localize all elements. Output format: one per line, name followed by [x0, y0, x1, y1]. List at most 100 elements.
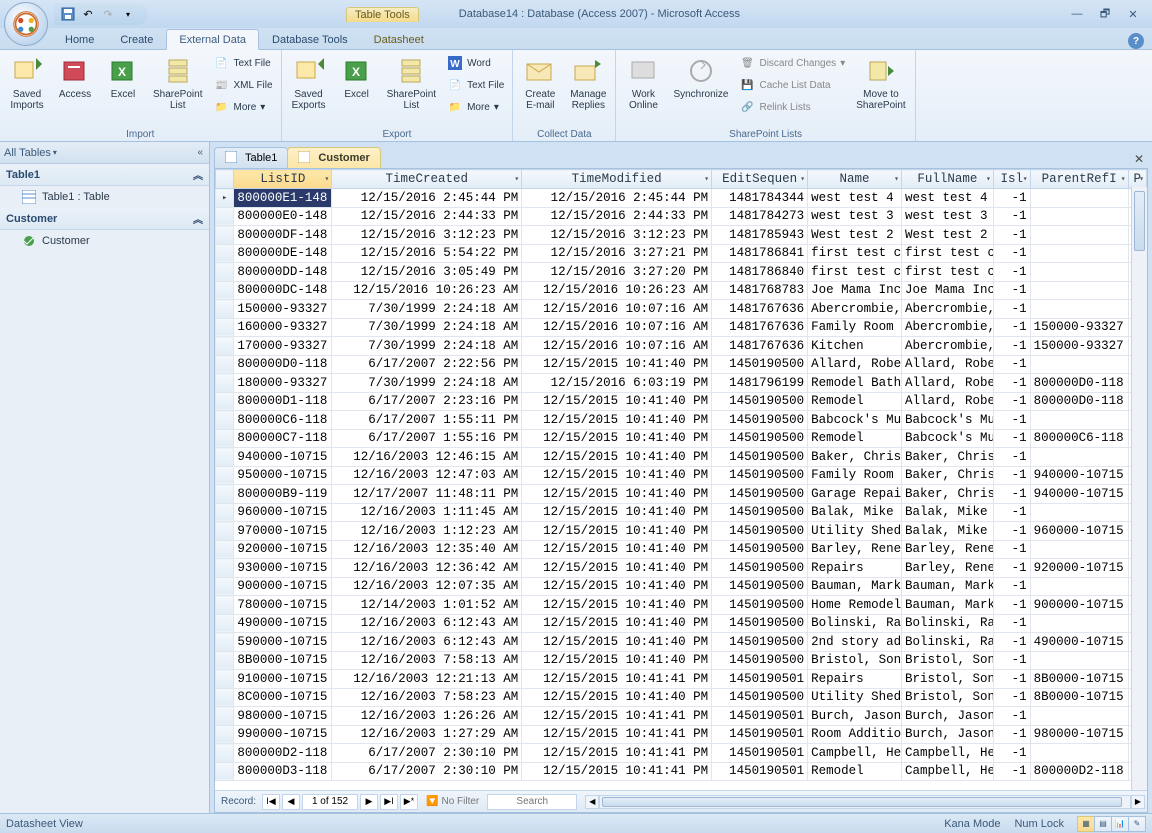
table-row[interactable]: 8B0000-1071512/16/2003 7:58:13 AM12/15/2… — [216, 651, 1147, 670]
table-row[interactable]: 910000-1071512/16/2003 12:21:13 AM12/15/… — [216, 670, 1147, 689]
column-header[interactable]: TimeCreated▾ — [332, 170, 522, 189]
tab-close-icon[interactable]: ✕ — [1130, 150, 1148, 168]
table-row[interactable]: 180000-933277/30/1999 2:24:18 AM12/15/20… — [216, 374, 1147, 393]
table-row[interactable]: 800000E0-14812/15/2016 2:44:33 PM12/15/2… — [216, 207, 1147, 226]
help-icon[interactable]: ? — [1128, 33, 1144, 49]
last-record-button[interactable]: ▶I — [380, 794, 398, 810]
table-row[interactable]: 8C0000-1071512/16/2003 7:58:23 AM12/15/2… — [216, 688, 1147, 707]
next-record-button[interactable]: ▶ — [360, 794, 378, 810]
table-row[interactable]: 970000-1071512/16/2003 1:12:23 AM12/15/2… — [216, 522, 1147, 541]
nav-item-table1[interactable]: Table1 : Table — [0, 186, 209, 208]
table-row[interactable]: 170000-933277/30/1999 2:24:18 AM12/15/20… — [216, 337, 1147, 356]
table-row[interactable]: 800000DD-14812/15/2016 3:05:49 PM12/15/2… — [216, 263, 1147, 282]
nav-item-customer[interactable]: Customer — [0, 230, 209, 252]
table-row[interactable]: 160000-933277/30/1999 2:24:18 AM12/15/20… — [216, 318, 1147, 337]
nav-category-table1[interactable]: Table1︽ — [0, 164, 209, 186]
search-input[interactable] — [487, 794, 577, 810]
table-row[interactable]: 800000D3-1186/17/2007 2:30:10 PM12/15/20… — [216, 762, 1147, 781]
create-email-button[interactable]: CreateE-mail — [517, 52, 563, 114]
table-row[interactable]: 940000-1071512/16/2003 12:46:15 AM12/15/… — [216, 448, 1147, 467]
import-xml-file-button[interactable]: 📰XML File — [209, 74, 276, 96]
menu-tab-datasheet[interactable]: Datasheet — [361, 29, 437, 49]
export-text-file-button[interactable]: 📄Text File — [443, 74, 508, 96]
save-icon[interactable] — [60, 6, 76, 22]
new-record-button[interactable]: ▶* — [400, 794, 418, 810]
tab-customer[interactable]: Customer — [287, 147, 380, 168]
saved-imports-button[interactable]: SavedImports — [4, 52, 50, 114]
filter-indicator[interactable]: 🔽No Filter — [426, 796, 479, 807]
nav-collapse-icon[interactable]: « — [195, 147, 205, 158]
column-header[interactable]: EditSequen▾ — [712, 170, 808, 189]
table-row[interactable]: 150000-933277/30/1999 2:24:18 AM12/15/20… — [216, 300, 1147, 319]
first-record-button[interactable]: I◀ — [262, 794, 280, 810]
vertical-scrollbar[interactable]: ▲ — [1131, 187, 1147, 790]
chevron-up-icon: ︽ — [193, 167, 203, 182]
quick-access-toolbar: ↶ ↷ ▾ — [54, 3, 148, 25]
column-header[interactable]: ListID▾ — [234, 170, 332, 189]
column-header[interactable]: Isl▾ — [993, 170, 1030, 189]
pivot-chart-view-button[interactable]: 📊 — [1111, 816, 1129, 832]
table-row[interactable]: 800000C6-1186/17/2007 1:55:11 PM12/15/20… — [216, 411, 1147, 430]
table-row[interactable]: 930000-1071512/16/2003 12:36:42 AM12/15/… — [216, 559, 1147, 578]
export-word-button[interactable]: WWord — [443, 52, 508, 74]
menu-tab-external-data[interactable]: External Data — [166, 29, 259, 50]
column-header[interactable]: TimeModified▾ — [522, 170, 712, 189]
pivot-table-view-button[interactable]: ▤ — [1094, 816, 1112, 832]
tab-table1[interactable]: Table1 — [214, 147, 288, 168]
minimize-icon[interactable]: — — [1066, 7, 1088, 21]
table-row[interactable]: 900000-1071512/16/2003 12:07:35 AM12/15/… — [216, 577, 1147, 596]
close-icon[interactable]: ✕ — [1122, 7, 1144, 21]
undo-icon[interactable]: ↶ — [80, 6, 96, 22]
horizontal-scrollbar[interactable]: ◀▶ — [585, 795, 1145, 809]
table-row[interactable]: 800000C7-1186/17/2007 1:55:16 PM12/15/20… — [216, 429, 1147, 448]
table-row[interactable]: 800000DF-14812/15/2016 3:12:23 PM12/15/2… — [216, 226, 1147, 245]
svg-text:X: X — [352, 65, 360, 79]
table-row[interactable]: 990000-1071512/16/2003 1:27:29 AM12/15/2… — [216, 725, 1147, 744]
table-row[interactable]: 590000-1071512/16/2003 6:12:43 AM12/15/2… — [216, 633, 1147, 652]
nav-header[interactable]: All Tables▾ « — [0, 142, 209, 164]
qat-dropdown-icon[interactable]: ▾ — [120, 6, 136, 22]
table-row[interactable]: 800000E1-14812/15/2016 2:45:44 PM12/15/2… — [216, 189, 1147, 208]
menu-tab-database-tools[interactable]: Database Tools — [259, 29, 361, 49]
column-header[interactable]: P▾ — [1128, 170, 1146, 189]
table-row[interactable]: 920000-1071512/16/2003 12:35:40 AM12/15/… — [216, 540, 1147, 559]
export-more-button[interactable]: 📁More ▾ — [443, 96, 508, 118]
import-more-button[interactable]: 📁More ▾ — [209, 96, 276, 118]
restore-icon[interactable]: 🗗 — [1094, 7, 1116, 21]
svg-text:W: W — [450, 59, 460, 70]
table-row[interactable]: 800000D2-1186/17/2007 2:30:10 PM12/15/20… — [216, 744, 1147, 763]
manage-replies-button[interactable]: ManageReplies — [565, 52, 611, 114]
import-sharepoint-button[interactable]: SharePointList — [148, 52, 207, 114]
column-header[interactable]: ParentRefI▾ — [1030, 170, 1128, 189]
import-text-file-button[interactable]: 📄Text File — [209, 52, 276, 74]
design-view-button[interactable]: ✎ — [1128, 816, 1146, 832]
table-row[interactable]: 800000D1-1186/17/2007 2:23:16 PM12/15/20… — [216, 392, 1147, 411]
saved-exports-button[interactable]: SavedExports — [286, 52, 332, 114]
nav-category-customer[interactable]: Customer︽ — [0, 208, 209, 230]
export-sharepoint-button[interactable]: SharePointList — [382, 52, 441, 114]
datasheet-grid[interactable]: ListID▾TimeCreated▾TimeModified▾EditSequ… — [214, 168, 1148, 813]
export-excel-button[interactable]: XExcel — [334, 52, 380, 103]
table-row[interactable]: 780000-1071512/14/2003 1:01:52 AM12/15/2… — [216, 596, 1147, 615]
prev-record-button[interactable]: ◀ — [282, 794, 300, 810]
table-row[interactable]: 950000-1071512/16/2003 12:47:03 AM12/15/… — [216, 466, 1147, 485]
move-to-sharepoint-button[interactable]: Move toSharePoint — [851, 52, 910, 114]
table-row[interactable]: 490000-1071512/16/2003 6:12:43 AM12/15/2… — [216, 614, 1147, 633]
redo-icon[interactable]: ↷ — [100, 6, 116, 22]
table-row[interactable]: 960000-1071512/16/2003 1:11:45 AM12/15/2… — [216, 503, 1147, 522]
import-access-button[interactable]: Access — [52, 52, 98, 103]
table-row[interactable]: 800000DE-14812/15/2016 5:54:22 PM12/15/2… — [216, 244, 1147, 263]
datasheet-view-button[interactable]: ▦ — [1077, 816, 1095, 832]
record-position-input[interactable] — [302, 794, 358, 810]
column-header[interactable]: FullName▾ — [901, 170, 993, 189]
table-row[interactable]: 980000-1071512/16/2003 1:26:26 AM12/15/2… — [216, 707, 1147, 726]
import-excel-button[interactable]: XExcel — [100, 52, 146, 103]
menu-tab-home[interactable]: Home — [52, 29, 107, 49]
group-lists-label: SharePoint Lists — [620, 128, 910, 141]
office-button[interactable] — [4, 2, 48, 46]
table-row[interactable]: 800000B9-11912/17/2007 11:48:11 PM12/15/… — [216, 485, 1147, 504]
menu-tab-create[interactable]: Create — [107, 29, 166, 49]
column-header[interactable]: Name▾ — [808, 170, 902, 189]
table-row[interactable]: 800000D0-1186/17/2007 2:22:56 PM12/15/20… — [216, 355, 1147, 374]
table-row[interactable]: 800000DC-14812/15/2016 10:26:23 AM12/15/… — [216, 281, 1147, 300]
